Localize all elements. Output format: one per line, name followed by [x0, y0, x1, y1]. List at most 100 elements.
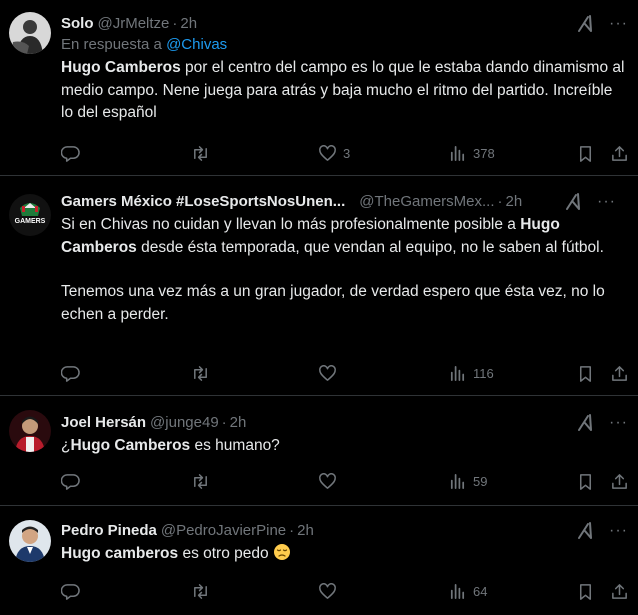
tweet-text: Hugo camberos es otro pedo: [61, 543, 626, 566]
views-button[interactable]: 64: [448, 580, 487, 602]
share-button[interactable]: [610, 470, 629, 492]
timestamp[interactable]: 2h: [230, 413, 247, 433]
tweet-header: Gamers México #LoseSportsNosUnen... @The…: [61, 192, 626, 212]
timestamp[interactable]: 2h: [297, 521, 314, 541]
bookmark-button[interactable]: [576, 142, 595, 164]
more-icon[interactable]: ···: [597, 193, 616, 211]
reply-icon: [61, 582, 80, 601]
views-icon: [448, 364, 467, 383]
retweet-button[interactable]: [191, 142, 210, 164]
bookmark-icon: [576, 144, 595, 163]
tweet-header: Pedro Pineda @PedroJavierPine · 2h: [61, 521, 626, 541]
retweet-button[interactable]: [191, 470, 210, 492]
timestamp[interactable]: 2h: [506, 192, 523, 212]
views-button[interactable]: 116: [448, 362, 494, 384]
action-bar: 3 378: [61, 142, 629, 164]
tweet-top-icons: ···: [575, 413, 628, 433]
tweet-body-continued: es otro pedo: [178, 545, 269, 562]
tweet[interactable]: Pedro Pineda @PedroJavierPine · 2h Hugo …: [0, 506, 638, 615]
reply-button[interactable]: [61, 362, 80, 384]
highlighted-name: Hugo Camberos: [61, 59, 181, 76]
user-handle[interactable]: @PedroJavierPine: [161, 521, 286, 541]
display-name[interactable]: Joel Hersán: [61, 413, 146, 433]
tweet[interactable]: Joel Hersán @junge49 · 2h ¿Hugo Camberos…: [0, 396, 638, 506]
display-name[interactable]: Pedro Pineda: [61, 521, 157, 541]
views-icon: [448, 472, 467, 491]
tweet-body-continued: desde ésta temporada, que vendan al equi…: [136, 238, 604, 256]
views-count: 116: [473, 365, 494, 381]
like-button[interactable]: [318, 580, 337, 602]
grok-icon[interactable]: [575, 14, 595, 34]
tweet-top-icons: ···: [575, 521, 628, 541]
retweet-icon: [191, 582, 210, 601]
share-icon: [610, 364, 629, 383]
tweet-text: Si en Chivas no cuidan y llevan lo más p…: [61, 214, 626, 259]
separator-dot: ·: [289, 522, 295, 539]
views-button[interactable]: 59: [448, 470, 487, 492]
bookmark-button[interactable]: [576, 362, 595, 384]
like-icon: [318, 364, 337, 383]
avatar[interactable]: [9, 12, 51, 54]
retweet-icon: [191, 144, 210, 163]
separator-dot: ·: [221, 414, 227, 431]
reply-button[interactable]: [61, 470, 80, 492]
share-icon: [610, 472, 629, 491]
bookmark-button[interactable]: [576, 470, 595, 492]
like-button[interactable]: [318, 470, 337, 492]
bookmark-button[interactable]: [576, 580, 595, 602]
views-icon: [448, 582, 467, 601]
tweet-body: Si en Chivas no cuidan y llevan lo más p…: [61, 216, 521, 233]
grok-icon[interactable]: [575, 413, 595, 433]
share-button[interactable]: [610, 142, 629, 164]
views-count: 378: [473, 145, 495, 161]
grok-icon[interactable]: [563, 192, 583, 212]
display-name[interactable]: Gamers México #LoseSportsNosUnen...: [61, 192, 345, 212]
tweet-top-icons: ···: [575, 14, 628, 34]
reply-prefix: En respuesta a: [61, 36, 162, 53]
more-icon[interactable]: ···: [609, 414, 628, 432]
reply-mention-link[interactable]: @Chivas: [166, 36, 227, 53]
tweet[interactable]: Solo @JrMeltze · 2h En respuesta a @Chiv…: [0, 0, 638, 176]
reply-icon: [61, 144, 80, 163]
tweet-header: Solo @JrMeltze · 2h: [61, 14, 626, 34]
like-icon: [318, 582, 337, 601]
tweet-paragraph: Tenemos una vez más a un gran jugador, d…: [61, 283, 605, 323]
share-button[interactable]: [610, 580, 629, 602]
timestamp[interactable]: 2h: [180, 14, 197, 34]
tweet-text: ¿Hugo Camberos es humano?: [61, 435, 626, 458]
like-button[interactable]: [318, 362, 337, 384]
views-button[interactable]: 378: [448, 142, 495, 164]
display-name[interactable]: Solo: [61, 14, 94, 34]
like-icon: [318, 144, 337, 163]
tweet-header: Joel Hersán @junge49 · 2h: [61, 413, 626, 433]
more-icon[interactable]: ···: [609, 522, 628, 540]
tweet[interactable]: GAMERS Gamers México #LoseSportsNosUnen.…: [0, 176, 638, 396]
retweet-button[interactable]: [191, 362, 210, 384]
retweet-icon: [191, 472, 210, 491]
avatar[interactable]: GAMERS: [9, 194, 51, 236]
avatar[interactable]: [9, 520, 51, 562]
user-handle[interactable]: @TheGamersMex...: [359, 192, 494, 212]
separator-dot: ·: [172, 15, 178, 32]
share-icon: [610, 582, 629, 601]
views-count: 64: [473, 583, 488, 599]
tweet-body-continued: es humano?: [190, 437, 280, 454]
reply-button[interactable]: [61, 580, 80, 602]
views-icon: [448, 144, 467, 163]
reply-icon: [61, 364, 80, 383]
share-button[interactable]: [610, 362, 629, 384]
avatar[interactable]: [9, 410, 51, 452]
like-button[interactable]: 3: [318, 142, 350, 164]
separator-dot: ·: [497, 193, 503, 210]
user-handle[interactable]: @junge49: [150, 413, 219, 433]
more-icon[interactable]: ···: [609, 15, 628, 33]
reply-context: En respuesta a @Chivas: [61, 35, 626, 55]
bookmark-icon: [576, 582, 595, 601]
user-handle[interactable]: @JrMeltze: [98, 14, 170, 34]
grok-icon[interactable]: [575, 521, 595, 541]
reply-button[interactable]: [61, 142, 80, 164]
action-bar: 116: [61, 362, 629, 384]
reply-icon: [61, 472, 80, 491]
retweet-button[interactable]: [191, 580, 210, 602]
avatar-text: GAMERS: [15, 218, 46, 225]
